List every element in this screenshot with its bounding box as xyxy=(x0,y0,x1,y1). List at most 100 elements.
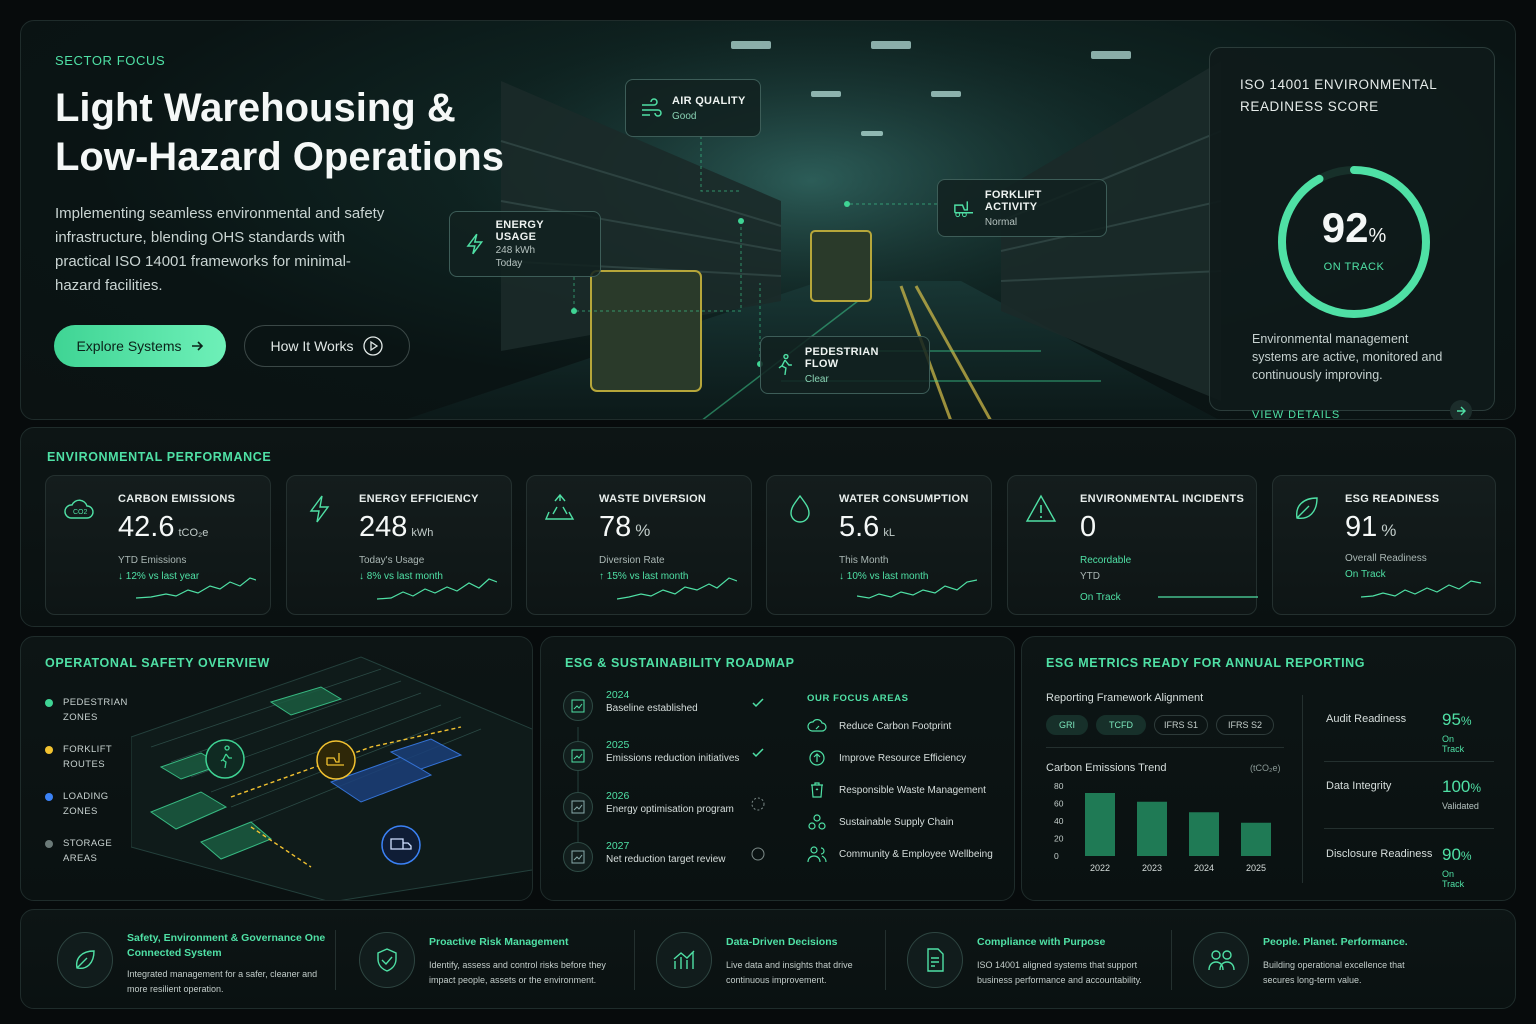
metric-number: 248 xyxy=(359,511,408,543)
focus-label: Sustainable Supply Chain xyxy=(839,816,954,828)
focus-item-supply-chain[interactable]: Sustainable Supply Chain xyxy=(807,812,954,832)
iso-card-description: Environmental management systems are act… xyxy=(1252,332,1443,382)
focus-item-resource[interactable]: Improve Resource Efficiency xyxy=(807,748,966,768)
step-text: Net reduction target review xyxy=(606,854,726,865)
metric-value: 0 xyxy=(1080,511,1096,544)
focus-label: Responsible Waste Management xyxy=(839,784,986,796)
feature-description: Identify, assess and control risks befor… xyxy=(429,960,606,985)
env-performance-title: ENVIRONMENTAL PERFORMANCE xyxy=(47,450,272,464)
metric-subtitle: YTD Emissions xyxy=(118,555,187,566)
metric-title: ENERGY EFFICIENCY xyxy=(359,493,479,505)
chart-bar[interactable] xyxy=(1085,793,1115,856)
divider xyxy=(1171,930,1172,990)
x-tick-label: 2024 xyxy=(1194,863,1214,873)
metric-number: 5.6 xyxy=(839,511,880,543)
focus-areas-title: OUR FOCUS AREAS xyxy=(807,693,909,704)
check-icon xyxy=(752,698,764,708)
metric-subtitle: Recordable xyxy=(1080,555,1132,566)
kpi-status: On Track xyxy=(1442,869,1465,889)
step-text: Baseline established xyxy=(606,703,698,714)
warning-triangle-icon xyxy=(1025,494,1057,522)
kpi-number: 95 xyxy=(1442,710,1461,729)
recycle-icon xyxy=(544,493,575,520)
shield-check-icon xyxy=(359,932,415,988)
framework-pill-gri[interactable]: GRI xyxy=(1046,715,1088,735)
energy-usage-callout[interactable]: ENERGY USAGE 248 kWh Today xyxy=(449,211,601,277)
kpi-number: 90 xyxy=(1442,845,1461,864)
metric-card-carbon[interactable]: CO2 CARBON EMISSIONS 42.6 tCO₂e YTD Emiss… xyxy=(45,475,271,615)
sparkline xyxy=(617,577,737,600)
supply-chain-icon xyxy=(808,814,826,830)
framework-pill-ifrs-s1[interactable]: IFRS S1 xyxy=(1154,715,1208,735)
pedestrian-icon xyxy=(778,353,792,376)
forklift-activity-callout[interactable]: FORKLIFT ACTIVITY Normal xyxy=(937,179,1107,237)
baseline-icon xyxy=(563,691,593,721)
readiness-score: 92% xyxy=(1272,204,1436,252)
wind-icon xyxy=(642,98,662,117)
kpi-label: Disclosure Readiness xyxy=(1326,848,1433,860)
metric-subtitle-2: YTD xyxy=(1080,571,1100,582)
water-drop-icon xyxy=(790,494,810,523)
divider xyxy=(1324,761,1494,762)
x-tick-label: 2025 xyxy=(1246,863,1266,873)
legend-dot xyxy=(45,699,53,707)
metric-value: 42.6 tCO₂e xyxy=(118,511,208,544)
metric-card-incidents[interactable]: ENVIRONMENTAL INCIDENTS 0 Recordable YTD… xyxy=(1007,475,1258,615)
people-icon xyxy=(807,846,827,863)
framework-pill-ifrs-s2[interactable]: IFRS S2 xyxy=(1216,715,1274,735)
feature-title: Safety, Environment & Governance One Con… xyxy=(127,932,326,959)
forklift-activity-title: FORKLIFT ACTIVITY xyxy=(984,188,1042,213)
feature-description: ISO 14001 aligned systems that support b… xyxy=(977,960,1142,985)
chart-title: Carbon Emissions Trend xyxy=(1046,762,1167,774)
metric-card-waste[interactable]: WASTE DIVERSION 78% Diversion Rate ↑ 15%… xyxy=(526,475,752,615)
kpi-unit: % xyxy=(1460,849,1472,863)
focus-item-carbon[interactable]: Reduce Carbon Footprint xyxy=(807,716,951,736)
chart-bar[interactable] xyxy=(1241,822,1271,856)
energy-usage-title: ENERGY USAGE xyxy=(495,219,544,243)
roadmap-title: ESG & SUSTAINABILITY ROADMAP xyxy=(565,656,795,670)
leaf-icon xyxy=(1296,497,1318,519)
y-tick-label: 60 xyxy=(1054,799,1064,809)
framework-pill-tcfd[interactable]: TCFD xyxy=(1096,715,1146,735)
chart-bar[interactable] xyxy=(1189,812,1219,856)
feature-description: Live data and insights that drive contin… xyxy=(726,960,853,985)
focus-item-waste[interactable]: Responsible Waste Management xyxy=(807,780,986,800)
kpi-status: On Track xyxy=(1442,734,1465,754)
metric-card-energy[interactable]: ENERGY EFFICIENCY 248 kWh Today's Usage ↓… xyxy=(286,475,512,615)
kpi-value: 90% xyxy=(1442,845,1472,865)
divider xyxy=(1046,747,1284,748)
explore-systems-button[interactable]: Explore Systems xyxy=(54,325,226,367)
sparkline xyxy=(377,578,497,600)
chart-bar[interactable] xyxy=(1137,801,1167,856)
legend-dot xyxy=(45,746,53,754)
target-review-icon xyxy=(563,842,593,872)
air-quality-title: AIR QUALITY xyxy=(672,94,746,107)
view-details-arrow-button[interactable] xyxy=(1450,400,1472,419)
roadmap-panel: ESG & SUSTAINABILITY ROADMAP 2024 Baseli… xyxy=(540,636,1015,901)
sparkline xyxy=(1361,580,1481,598)
feature-title: People. Planet. Performance. xyxy=(1263,936,1408,948)
divider xyxy=(634,930,635,990)
kpi-number: 100 xyxy=(1442,777,1471,796)
pedestrian-flow-callout[interactable]: PEDESTRIAN FLOW Clear xyxy=(760,336,930,394)
metric-title: ESG READINESS xyxy=(1345,493,1440,505)
hero-panel: SECTOR FOCUS Light Warehousing & Low-Haz… xyxy=(20,20,1516,420)
optimisation-icon xyxy=(563,792,593,822)
metric-card-esg[interactable]: ESG READINESS 91% Overall Readiness On T… xyxy=(1272,475,1496,615)
how-it-works-button[interactable]: How It Works xyxy=(244,325,410,367)
hero-title-line1: Light Warehousing & xyxy=(55,86,456,130)
lightning-icon xyxy=(309,495,330,523)
metric-subtitle: Today's Usage xyxy=(359,555,425,566)
view-details-link[interactable]: VIEW DETAILS xyxy=(1252,409,1340,419)
focus-item-wellbeing[interactable]: Community & Employee Wellbeing xyxy=(807,844,993,864)
divider xyxy=(885,930,886,990)
metric-unit: % xyxy=(1381,521,1397,540)
metric-unit: % xyxy=(635,521,651,540)
forklift-activity-status: Normal xyxy=(984,216,1018,228)
metric-value: 91% xyxy=(1345,511,1396,544)
metric-number: 42.6 xyxy=(118,511,175,543)
y-tick-label: 80 xyxy=(1054,782,1064,791)
air-quality-callout[interactable]: AIR QUALITY Good xyxy=(625,79,761,137)
legend-dot xyxy=(45,793,53,801)
metric-card-water[interactable]: WATER CONSUMPTION 5.6 kL This Month ↓ 10%… xyxy=(766,475,992,615)
